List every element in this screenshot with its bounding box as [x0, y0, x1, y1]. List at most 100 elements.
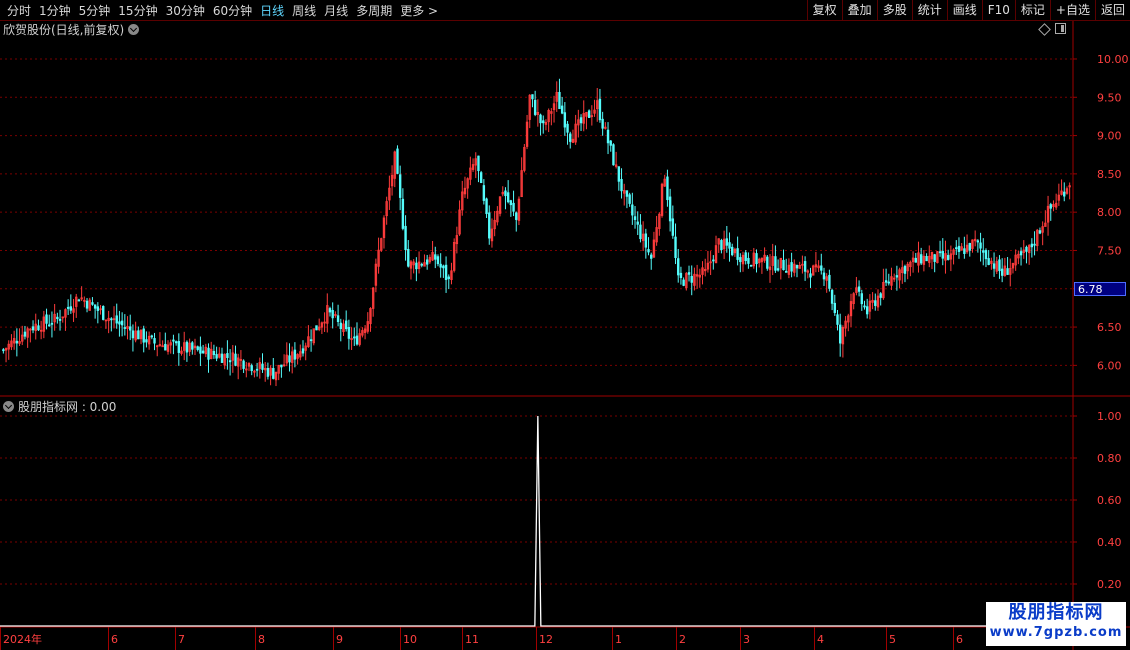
period-tab-3[interactable]: 15分钟: [115, 2, 160, 19]
month-label: 7: [178, 633, 185, 646]
period-tab-10[interactable]: 更多 >: [397, 2, 441, 19]
candle-body: [620, 179, 623, 192]
candle-body: [153, 338, 156, 344]
price-tick-label: 8.50: [1097, 168, 1122, 181]
candle-body: [566, 123, 569, 133]
candle-body: [447, 276, 450, 280]
candle-body: [331, 310, 334, 319]
candle-body: [647, 249, 650, 253]
candle-body: [1033, 243, 1036, 246]
chevron-right-icon: >: [424, 3, 439, 18]
candle-body: [220, 353, 224, 363]
candle-body: [436, 256, 440, 265]
candle-body: [644, 233, 648, 248]
candle-body: [185, 341, 189, 353]
watermark-url: www.7gpzb.com: [989, 625, 1123, 640]
candle-body: [955, 247, 958, 250]
candle-body: [636, 221, 639, 225]
period-tab-6[interactable]: 日线: [257, 2, 287, 19]
main-chart-title: 欣贺股份(日线,前复权): [3, 21, 140, 38]
candle-body: [749, 264, 753, 267]
candle-body: [865, 306, 869, 315]
candle-body: [785, 270, 788, 273]
candle-body: [401, 198, 405, 229]
candle-body: [633, 216, 637, 220]
toolbar-button-0[interactable]: 复权: [806, 0, 842, 20]
candle-body: [1006, 268, 1009, 275]
candle-body: [558, 91, 561, 110]
candle-body: [782, 259, 785, 271]
candle-body: [479, 172, 483, 184]
candle-body: [407, 248, 410, 267]
candle-body: [31, 326, 35, 331]
toolbar-button-4[interactable]: 画线: [946, 0, 982, 20]
candle-body: [838, 324, 842, 344]
indicator-line: [0, 415, 1073, 627]
candle-body: [1049, 204, 1052, 209]
candle-body: [895, 275, 899, 278]
period-tab-0[interactable]: 分时: [4, 2, 34, 19]
panel-toggle-icon[interactable]: [1055, 23, 1066, 34]
candle-body: [261, 363, 264, 370]
diamond-icon[interactable]: [1038, 23, 1051, 36]
candle-body: [353, 336, 356, 339]
month-label: 3: [743, 633, 750, 646]
period-tab-7[interactable]: 周线: [289, 2, 319, 19]
candle-body: [820, 265, 823, 271]
candle-body: [830, 289, 834, 304]
candle-body: [860, 293, 863, 305]
month-label: 6: [956, 633, 963, 646]
candle-body: [617, 166, 621, 182]
candle-body: [404, 225, 407, 250]
candle-body: [266, 367, 270, 377]
toolbar-button-7[interactable]: +自选: [1049, 0, 1095, 20]
candle-body: [123, 327, 127, 329]
candle-body: [531, 94, 534, 100]
toolbar-button-1[interactable]: 叠加: [841, 0, 877, 20]
toolbar-button-6[interactable]: 标记: [1014, 0, 1050, 20]
candle-body: [355, 335, 359, 345]
candle-body: [887, 281, 890, 284]
indicator-tick-label: 1.00: [1097, 410, 1122, 423]
candle-body: [976, 240, 980, 243]
candle-body: [587, 110, 591, 119]
period-tab-4[interactable]: 30分钟: [163, 2, 208, 19]
toolbar-button-2[interactable]: 多股: [876, 0, 912, 20]
toolbar-button-3[interactable]: 统计: [911, 0, 947, 20]
price-tick-label: 9.00: [1097, 130, 1122, 143]
candle-body: [836, 314, 839, 325]
toolbar-button-5[interactable]: F10: [981, 0, 1015, 20]
period-tab-9[interactable]: 多周期: [353, 2, 395, 19]
candle-body: [677, 258, 680, 276]
period-tabs: 分时 1分钟 5分钟 15分钟 30分钟 60分钟 日线 周线 月线 多周期 更多 >: [4, 0, 443, 20]
candle-body: [628, 194, 631, 204]
period-tab-5[interactable]: 60分钟: [210, 2, 255, 19]
month-label: 6: [111, 633, 118, 646]
indicator-title-label: 股朋指标网 : 0.00: [18, 400, 117, 414]
period-tab-8[interactable]: 月线: [321, 2, 351, 19]
candle-body: [336, 315, 340, 323]
period-tab-1[interactable]: 1分钟: [36, 2, 74, 19]
candle-body: [242, 360, 245, 369]
period-tab-2[interactable]: 5分钟: [76, 2, 114, 19]
watermark-title: 股朋指标网: [1008, 602, 1104, 623]
candle-body: [142, 328, 145, 343]
candle-body: [668, 196, 672, 222]
candle-body: [884, 280, 888, 283]
candle-body: [984, 250, 988, 260]
candle-body: [671, 218, 675, 236]
toolbar-button-8[interactable]: 返回: [1094, 0, 1130, 20]
candle-body: [790, 262, 793, 272]
candle-body: [234, 353, 237, 366]
candle-body: [509, 200, 513, 206]
chevron-down-icon[interactable]: [128, 24, 140, 35]
candle-body: [560, 105, 564, 114]
month-label: 11: [465, 633, 479, 646]
candle-body: [344, 320, 348, 330]
price-tick-label: 10.00: [1097, 53, 1129, 66]
candle-body: [477, 155, 480, 172]
chevron-down-icon[interactable]: [3, 401, 14, 412]
candle-body: [506, 192, 510, 203]
price-tick-label: 6.00: [1097, 359, 1122, 372]
candle-body: [925, 256, 928, 262]
